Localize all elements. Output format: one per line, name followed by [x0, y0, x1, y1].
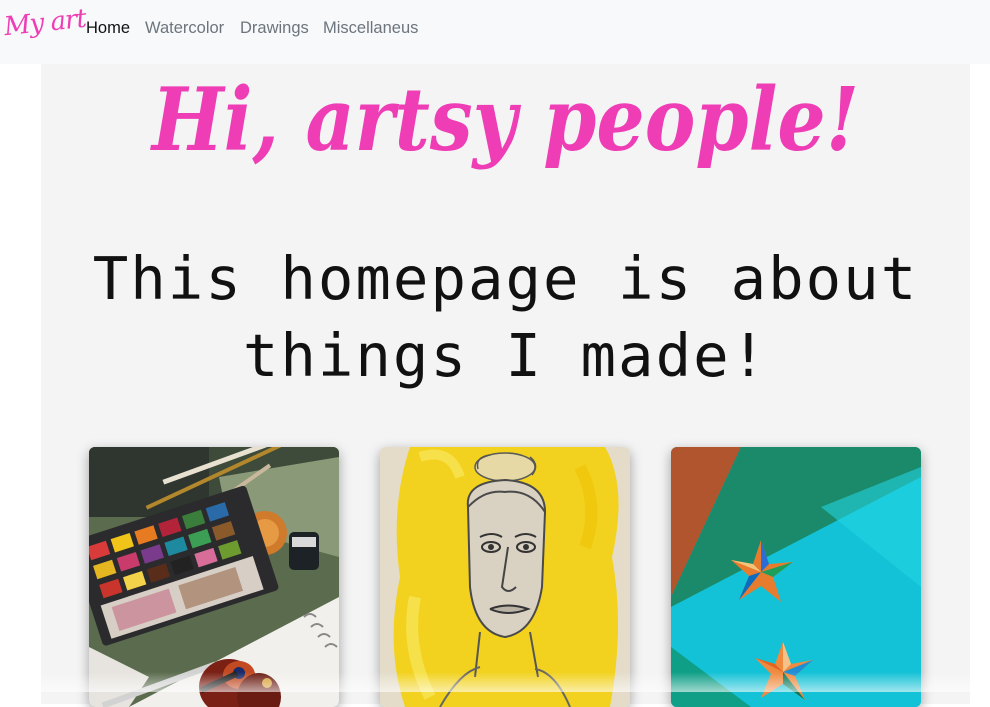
nav-link-drawings[interactable]: Drawings	[240, 19, 309, 38]
gallery-card-drawing[interactable]	[380, 447, 630, 707]
gallery-card-watercolor[interactable]	[89, 447, 339, 707]
gallery-card-miscellaneous[interactable]	[671, 447, 921, 707]
brand-logo[interactable]: My art	[3, 4, 88, 42]
hero-heading: Hi, artsy people!	[151, 68, 860, 171]
watercolor-photo	[89, 447, 339, 707]
drawing-photo	[380, 447, 630, 707]
nav-link-home[interactable]: Home	[86, 19, 130, 38]
subheading: This homepage is about things I made!	[92, 244, 919, 390]
miscellaneous-photo	[671, 447, 921, 707]
main-content: Hi, artsy people! This homepage is about…	[41, 64, 970, 707]
nav-link-watercolor[interactable]: Watercolor	[145, 19, 224, 38]
navbar: My art Home Watercolor Drawings Miscella…	[0, 0, 990, 64]
nav-link-miscellaneus[interactable]: Miscellaneus	[323, 19, 418, 38]
